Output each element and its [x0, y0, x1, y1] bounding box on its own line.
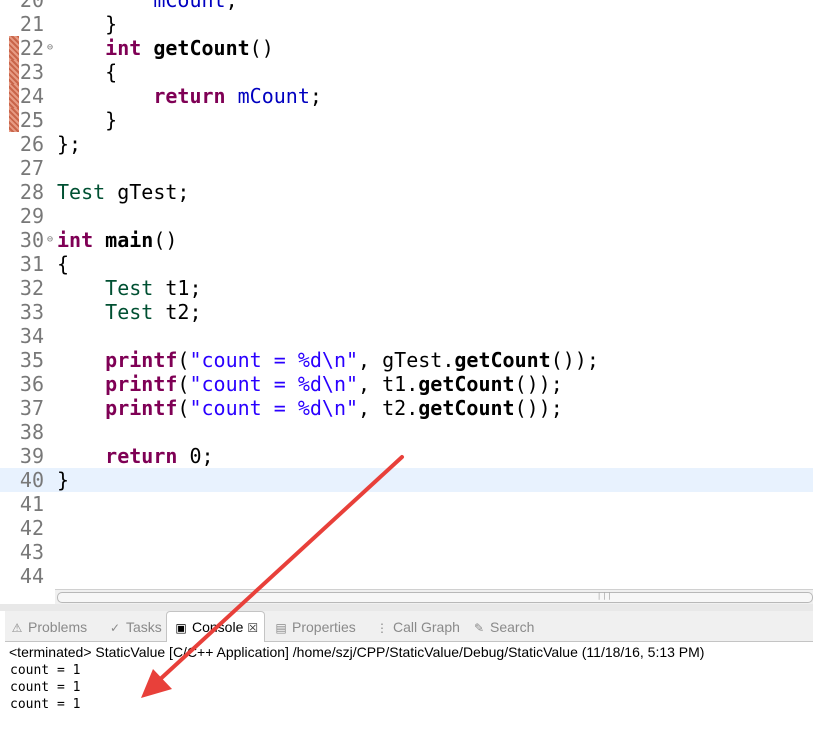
line-number: 44: [19, 564, 44, 588]
line-number: 40: [19, 468, 44, 492]
code-line[interactable]: 34: [0, 324, 813, 348]
code-line[interactable]: 38: [0, 420, 813, 444]
console-output-line: count = 1: [10, 680, 81, 695]
line-number: 37: [19, 396, 44, 420]
code-line[interactable]: 42: [0, 516, 813, 540]
close-icon[interactable]: ☒: [247, 621, 258, 635]
code-editor[interactable]: 20 mCount; 21 } 22 ⊖ int getCount() 23 {24 r…: [0, 0, 813, 590]
code-line[interactable]: 36 printf("count = %d\n", t1.getCount())…: [0, 372, 813, 396]
code-text: mCount;: [153, 0, 238, 12]
console-output-line: count = 1: [10, 663, 81, 678]
scrollbar-thumb[interactable]: [57, 592, 813, 603]
line-number: 42: [19, 516, 44, 540]
console-output-line: count = 1: [10, 697, 81, 712]
line-number: 25: [19, 108, 44, 132]
code-line[interactable]: 31 {: [0, 252, 813, 276]
code-text: return 0;: [105, 444, 214, 468]
line-number: 36: [19, 372, 44, 396]
code-text: printf("count = %d\n", gTest.getCount())…: [105, 348, 599, 372]
code-text: printf("count = %d\n", t2.getCount());: [105, 396, 563, 420]
tab-search[interactable]: ✎ Search: [471, 615, 534, 639]
line-number: 23: [19, 60, 44, 84]
search-icon: ✎: [473, 621, 485, 635]
line-number: 26: [19, 132, 44, 156]
tab-tasks[interactable]: ✓ Tasks: [107, 615, 162, 639]
code-line[interactable]: 39 return 0;: [0, 444, 813, 468]
code-line[interactable]: 24 return mCount;: [0, 84, 813, 108]
code-line[interactable]: 26};: [0, 132, 813, 156]
tab-label: Properties: [292, 619, 356, 635]
code-line[interactable]: 22 ⊖ int getCount(): [0, 36, 813, 60]
tab-problems[interactable]: ⚠ Problems: [9, 615, 88, 639]
tab-label: Search: [490, 619, 535, 635]
tab-call-graph[interactable]: ⋮ Call Graph: [374, 615, 460, 639]
code-text: {: [57, 252, 70, 276]
code-text: int getCount(): [105, 36, 274, 60]
line-number: 39: [19, 444, 44, 468]
tab-label: Problems: [28, 619, 88, 635]
line-number: 33: [19, 300, 44, 324]
line-number: 21: [19, 12, 44, 36]
code-text: }: [57, 12, 118, 36]
fold-toggle-icon[interactable]: ⊖: [44, 36, 56, 60]
code-text: }: [57, 468, 70, 492]
code-line[interactable]: 28 Test gTest;: [0, 180, 813, 204]
code-text: printf("count = %d\n", t1.getCount());: [105, 372, 563, 396]
code-line[interactable]: 44: [0, 564, 813, 588]
line-number: 22: [19, 36, 44, 60]
code-line[interactable]: 20 mCount;: [0, 0, 813, 12]
tasks-icon: ✓: [109, 621, 121, 635]
line-number: 32: [19, 276, 44, 300]
line-number: 38: [19, 420, 44, 444]
line-number: 28: [19, 180, 44, 204]
panel-sash[interactable]: [0, 604, 813, 611]
problems-icon: ⚠: [11, 621, 23, 635]
code-text: Test t2;: [105, 300, 202, 324]
line-number: 34: [19, 324, 44, 348]
line-number: 35: [19, 348, 44, 372]
tab-label: Console: [192, 619, 244, 635]
tab-label: Tasks: [126, 619, 162, 635]
code-line[interactable]: 33 Test t2;: [0, 300, 813, 324]
call-graph-icon: ⋮: [376, 621, 388, 635]
tab-label: Call Graph: [393, 619, 460, 635]
line-number: 24: [19, 84, 44, 108]
code-line[interactable]: 23 {: [0, 60, 813, 84]
code-line[interactable]: 25 }: [0, 108, 813, 132]
code-text: }: [57, 108, 118, 132]
line-number: 31: [19, 252, 44, 276]
tab-console[interactable]: ▣ Console ☒: [166, 611, 266, 642]
console-view[interactable]: <terminated> StaticValue [C/C++ Applicat…: [5, 642, 813, 749]
code-line[interactable]: 30 ⊖ int main(): [0, 228, 813, 252]
code-text: };: [57, 132, 82, 156]
line-number: 20: [19, 0, 44, 12]
console-header: <terminated> StaticValue [C/C++ Applicat…: [9, 644, 705, 660]
line-number: 43: [19, 540, 44, 564]
code-line[interactable]: 21 }: [0, 12, 813, 36]
tab-properties[interactable]: ▤ Properties: [273, 615, 356, 639]
code-text: int main(): [57, 228, 178, 252]
code-text: {: [57, 60, 118, 84]
fold-toggle-icon[interactable]: ⊖: [44, 228, 56, 252]
code-line[interactable]: 37 printf("count = %d\n", t2.getCount())…: [0, 396, 813, 420]
line-number: 27: [19, 156, 44, 180]
horizontal-scrollbar[interactable]: |||: [55, 589, 813, 604]
code-line[interactable]: 27: [0, 156, 813, 180]
code-text: Test t1;: [105, 276, 202, 300]
line-number: 30: [19, 228, 44, 252]
code-text: return mCount;: [153, 84, 322, 108]
code-line[interactable]: 41: [0, 492, 813, 516]
line-number: 41: [19, 492, 44, 516]
code-line[interactable]: 40}: [0, 468, 813, 492]
properties-icon: ▤: [275, 621, 287, 635]
code-text: Test gTest;: [57, 180, 190, 204]
bottom-panel-tabs: ⚠ Problems ✓ Tasks ▣ Console ☒ ▤ Properties ⋮…: [5, 611, 813, 642]
scrollbar-grip: |||: [597, 592, 613, 600]
code-line[interactable]: 35 printf("count = %d\n", gTest.getCount…: [0, 348, 813, 372]
code-line[interactable]: 29: [0, 204, 813, 228]
line-number: 29: [19, 204, 44, 228]
code-line[interactable]: 32 Test t1;: [0, 276, 813, 300]
console-icon: ▣: [175, 621, 187, 635]
code-line[interactable]: 43: [0, 540, 813, 564]
